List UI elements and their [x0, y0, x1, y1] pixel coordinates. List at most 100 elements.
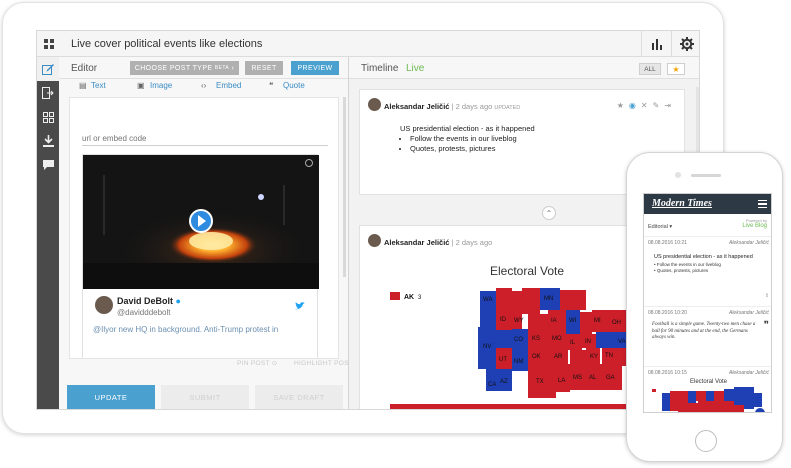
share-icon[interactable]: ⇪ — [765, 293, 769, 299]
post-date: 08.08.2016 10:20 — [648, 310, 687, 316]
chevron-up-icon: ⌃ — [545, 208, 553, 218]
map-label: OK — [532, 354, 541, 360]
filter-highlights-button[interactable]: ★ — [667, 63, 685, 75]
map-label: WI — [569, 318, 577, 324]
move-icon[interactable]: ⇥ — [664, 101, 676, 110]
avatar — [95, 296, 113, 314]
map-label: AL — [589, 375, 597, 381]
analytics-button[interactable] — [641, 31, 671, 57]
editor-panel: Editor CHOOSE POST TYPE BETA › RESET PRE… — [59, 57, 361, 409]
app-screen: Live cover political events like electio… — [36, 30, 700, 410]
hamburger-menu-icon[interactable] — [758, 200, 767, 208]
grid-icon — [42, 111, 54, 123]
blog-title: Live cover political events like electio… — [71, 38, 263, 50]
collapse-toggle[interactable]: ⌃ — [542, 206, 556, 220]
edit-icon[interactable]: ✎ — [653, 101, 665, 110]
list-item: Quotes, protests, pictures — [410, 144, 535, 154]
embed-icon[interactable]: ‹› — [201, 81, 206, 90]
home-button[interactable] — [695, 430, 717, 452]
map-title: Electoral Vote — [490, 264, 565, 278]
text-icon[interactable]: ▤ — [79, 81, 87, 90]
export-icon — [42, 87, 54, 99]
preview-button[interactable]: PREVIEW — [291, 61, 339, 75]
type-quote-link[interactable]: Quote — [283, 81, 305, 90]
star-icon[interactable]: ★ — [617, 101, 629, 110]
editor-title: Editor — [71, 63, 98, 74]
type-embed-link[interactable]: Embed — [216, 81, 241, 90]
top-bar: Live cover political events like electio… — [37, 31, 699, 57]
embed-url-input[interactable] — [82, 132, 328, 146]
map-label: IL — [570, 340, 576, 346]
map-label: MI — [594, 318, 601, 324]
phone-post: 08.08.2016 10:15 Aleksandar Jeličić Elec… — [644, 366, 771, 412]
list-item: Follow the events in our liveblog — [410, 134, 535, 144]
map-label: CA — [488, 382, 496, 388]
map-label: NV — [483, 344, 491, 350]
star-icon: ★ — [672, 64, 680, 74]
image-icon[interactable]: ▣ — [137, 81, 145, 90]
map-label: KS — [532, 336, 540, 342]
sort-select[interactable]: Editorial ▾ — [648, 224, 672, 230]
choose-post-type-label: CHOOSE POST TYPE — [134, 64, 213, 72]
speaker-grille — [691, 174, 721, 177]
sidebar-item-output[interactable] — [37, 81, 59, 105]
map-label: ID — [500, 317, 507, 323]
map-label: NM — [514, 359, 523, 365]
map-label: GA — [606, 375, 615, 381]
submit-button[interactable]: SUBMIT — [161, 385, 249, 409]
post-quote: Football is a simple game. Twenty-two me… — [652, 322, 756, 340]
post-flags-row: PIN POST ⊙ HIGHLIGHT POST ★ — [59, 359, 361, 371]
beta-badge: BETA — [214, 65, 230, 71]
reset-button[interactable]: RESET — [245, 61, 283, 75]
map-label: LA — [558, 378, 565, 384]
map-label: AR — [554, 354, 563, 360]
sidebar-item-editor[interactable] — [37, 57, 59, 81]
editor-scrollbar[interactable] — [343, 97, 346, 277]
quote-icon: ❞ — [763, 320, 769, 331]
map-label: MN — [544, 296, 553, 302]
settings-button[interactable] — [671, 31, 699, 57]
eye-icon[interactable]: ◉ — [629, 101, 641, 110]
map-title: Electoral Vote — [690, 379, 728, 385]
live-label: Live — [406, 63, 425, 74]
save-draft-button[interactable]: SAVE DRAFT — [255, 385, 343, 409]
map-label: 3 — [418, 295, 422, 301]
quote-icon[interactable]: ❝ — [269, 81, 273, 90]
sidebar-item-comments[interactable] — [37, 153, 59, 177]
filter-all-button[interactable]: ALL — [639, 63, 661, 75]
bar-chart-icon — [651, 38, 662, 50]
post-author: Aleksandar Jeličić — [728, 240, 769, 246]
timeline-title: Timeline — [361, 63, 399, 74]
type-image-link[interactable]: Image — [150, 81, 172, 90]
tweet-text: @Ilyor new HQ in background. Anti-Trump … — [93, 325, 279, 334]
phone-frame: Modern Times Editorial ▾ Powered by Live… — [626, 152, 783, 462]
map-label: UT — [499, 357, 507, 363]
choose-post-type-button[interactable]: CHOOSE POST TYPE BETA › — [130, 61, 239, 75]
map-label: IN — [585, 339, 591, 345]
post-headline: US presidential election - as it happene… — [400, 124, 535, 133]
phone-post: 08.08.2016 10:21 Aleksandar Jeličić US p… — [644, 236, 771, 302]
post-date: 08.08.2016 10:15 — [648, 370, 687, 376]
sidebar-item-manage[interactable] — [37, 105, 59, 129]
close-icon[interactable]: ✕ — [641, 101, 653, 110]
map-label: MS — [573, 375, 582, 381]
sidebar-item-download[interactable] — [37, 129, 59, 153]
phone-header: Modern Times — [644, 194, 771, 214]
post-author: Aleksandar Jeličić | 2 days ago — [384, 238, 493, 247]
pin-icon: ⊙ — [271, 360, 278, 367]
post-date: 08.08.2016 10:21 — [648, 240, 687, 246]
post-author: Aleksandar Jeličić | 2 days ago UPDATED — [384, 102, 521, 111]
list-item: • Follow the events in our liveblog — [654, 262, 721, 267]
map-label: TN — [605, 353, 613, 359]
post-author: Aleksandar Jeličić — [728, 370, 769, 376]
type-text-link[interactable]: Text — [91, 81, 106, 90]
update-button[interactable]: UPDATE — [67, 385, 155, 409]
video-thumbnail[interactable] — [83, 155, 319, 289]
pin-post-toggle[interactable]: PIN POST ⊙ — [237, 359, 277, 367]
map-label: KY — [590, 354, 598, 360]
phone-post: 08.08.2016 10:20 Aleksandar Jeličić Foot… — [644, 306, 771, 364]
map-label: AK — [404, 294, 414, 301]
verified-icon: ● — [175, 296, 181, 306]
post-actions: ★◉✕✎⇥ — [617, 101, 676, 110]
apps-grid-icon[interactable] — [37, 31, 61, 57]
